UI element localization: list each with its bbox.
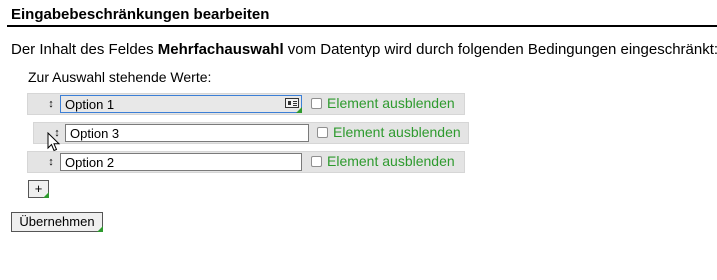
corner-mark-icon	[97, 226, 103, 232]
option-value-input[interactable]	[60, 95, 302, 113]
option-row: ↕ Element ausblenden	[27, 151, 465, 173]
option-value-input[interactable]	[65, 124, 309, 142]
apply-button[interactable]: Übernehmen	[11, 212, 103, 232]
dialog-title: Eingabebeschränkungen bearbeiten	[11, 6, 270, 23]
option-row: ↕ Element ausblenden	[27, 93, 465, 115]
hide-element-checkbox[interactable]	[311, 98, 322, 109]
hide-element-label[interactable]: Element ausblenden	[327, 95, 455, 111]
description-text: Der Inhalt des Feldes Mehrfachauswahl vo…	[11, 41, 717, 58]
corner-mark-icon	[43, 192, 49, 198]
values-label: Zur Auswahl stehende Werte:	[28, 69, 212, 85]
hide-element-checkbox[interactable]	[317, 127, 328, 138]
up-down-arrow-icon[interactable]: ↕	[44, 155, 58, 169]
mouse-pointer-icon	[47, 132, 61, 152]
option-row: ↕ Element ausblenden	[33, 122, 469, 144]
description-suffix: vom Datentyp wird durch folgenden Beding…	[283, 41, 717, 58]
hide-element-label[interactable]: Element ausblenden	[327, 153, 455, 169]
hide-element-checkbox[interactable]	[311, 156, 322, 167]
hide-element-label[interactable]: Element ausblenden	[333, 124, 461, 140]
field-name: Mehrfachauswahl	[157, 41, 284, 58]
title-divider	[7, 25, 717, 27]
option-value-input[interactable]	[60, 153, 302, 171]
corner-mark-icon	[296, 107, 302, 113]
up-down-arrow-icon[interactable]: ↕	[44, 97, 58, 111]
description-prefix: Der Inhalt des Feldes	[11, 41, 158, 58]
